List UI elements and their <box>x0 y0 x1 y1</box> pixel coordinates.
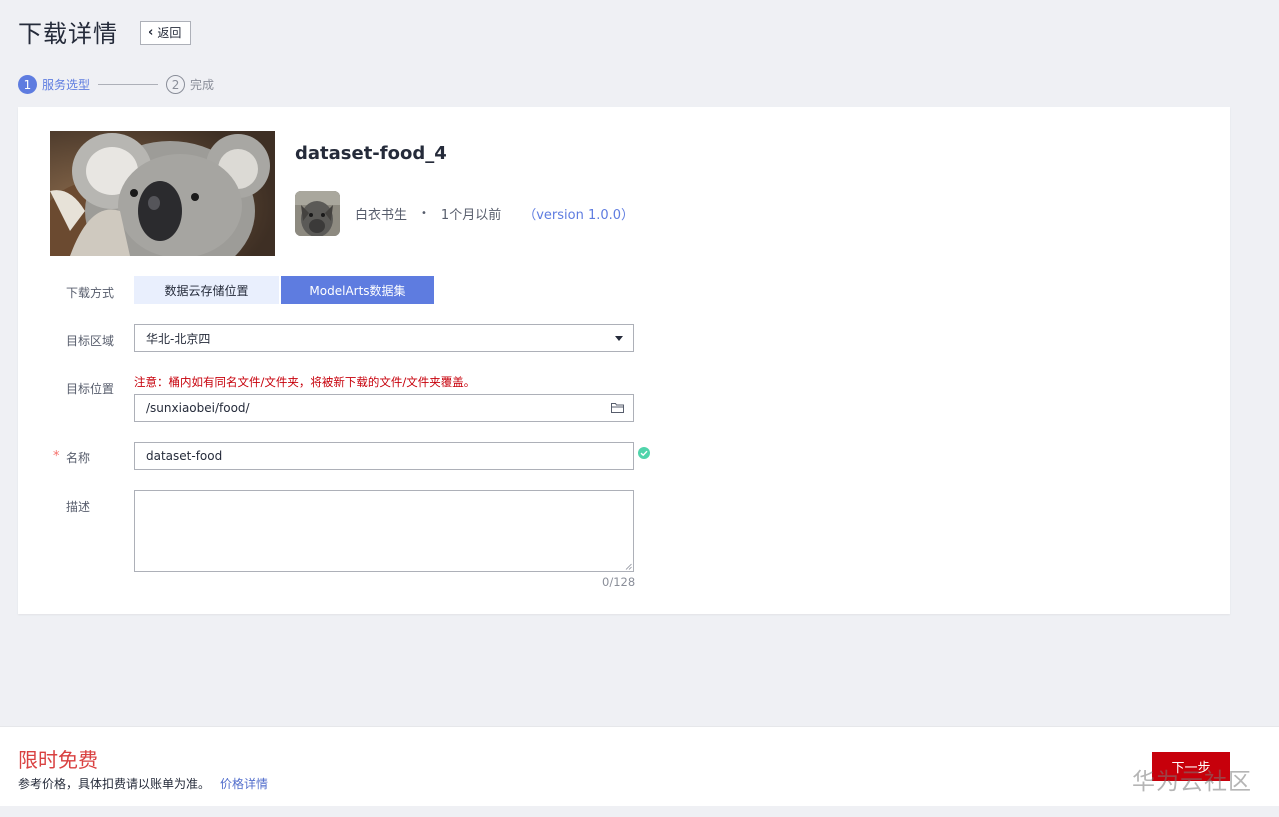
method-option-cloud-storage[interactable]: 数据云存储位置 <box>134 276 279 304</box>
region-select-value: 华北-北京四 <box>146 331 211 346</box>
step-label: 完成 <box>190 78 215 92</box>
description-label: 描述 <box>66 500 91 514</box>
avatar <box>295 191 340 236</box>
step-number: 2 <box>166 75 186 94</box>
next-button[interactable]: 下一步 <box>1152 752 1230 781</box>
step-label: 服务选型 <box>42 78 91 92</box>
location-warning: 注意：桶内如有同名文件/文件夹，将被新下载的文件/文件夹覆盖。 <box>134 375 476 389</box>
location-path-value: /sunxiaobei/food/ <box>146 401 250 415</box>
folder-icon[interactable] <box>611 402 624 413</box>
published-time: 1个月以前 <box>440 208 502 223</box>
region-select[interactable]: 华北-北京四 <box>134 324 634 352</box>
stepper: 1 服务选型 2 完成 <box>18 75 214 94</box>
price-note-text: 参考价格，具体扣费请以账单为准。 <box>18 777 211 791</box>
back-button[interactable]: ‹ 返回 <box>140 20 192 45</box>
location-label: 目标位置 <box>66 382 115 396</box>
resize-grip-icon[interactable] <box>625 563 632 570</box>
dataset-title: dataset-food_4 <box>295 143 447 164</box>
chevron-left-icon: ‹ <box>148 25 154 40</box>
step-number: 1 <box>18 75 37 94</box>
download-method-segmented: 数据云存储位置 ModelArts数据集 <box>134 276 434 304</box>
separator-dot: • <box>421 208 427 219</box>
location-path-input[interactable]: /sunxiaobei/food/ <box>134 394 634 422</box>
price-details-link[interactable]: 价格详情 <box>220 777 268 791</box>
price-note: 参考价格，具体扣费请以账单为准。 价格详情 <box>18 775 268 792</box>
dataset-cover-image <box>50 131 275 256</box>
caret-down-icon <box>615 336 623 341</box>
step-service-selection: 1 服务选型 <box>18 75 90 94</box>
description-char-counter: 0/128 <box>602 575 636 589</box>
author-row: 白衣书生 • 1个月以前 （version 1.0.0） <box>295 191 634 236</box>
bottom-strip <box>0 806 1279 817</box>
description-textarea[interactable] <box>134 490 634 572</box>
name-input[interactable]: dataset-food <box>134 442 634 470</box>
step-connector <box>98 84 159 85</box>
version-info: （version 1.0.0） <box>523 208 635 223</box>
region-label: 目标区域 <box>66 334 115 348</box>
check-circle-icon <box>638 447 650 459</box>
download-method-label: 下载方式 <box>66 286 115 300</box>
method-option-modelarts-dataset[interactable]: ModelArts数据集 <box>281 276 434 304</box>
name-label: 名称 <box>66 451 91 465</box>
download-form-card: dataset-food_4 白衣书生 • 1个月以前 （version 1.0… <box>18 107 1230 614</box>
page-title: 下载详情 <box>18 20 118 48</box>
step-complete: 2 完成 <box>166 75 214 94</box>
footer-bar: 限时免费 参考价格，具体扣费请以账单为准。 价格详情 下一步 <box>0 726 1279 806</box>
free-title: 限时免费 <box>18 748 98 772</box>
name-input-value: dataset-food <box>146 449 223 463</box>
back-button-label: 返回 <box>157 26 182 40</box>
author-name: 白衣书生 <box>355 208 408 223</box>
page-header: 下载详情 ‹ 返回 <box>18 14 192 49</box>
required-mark: * <box>53 449 60 464</box>
